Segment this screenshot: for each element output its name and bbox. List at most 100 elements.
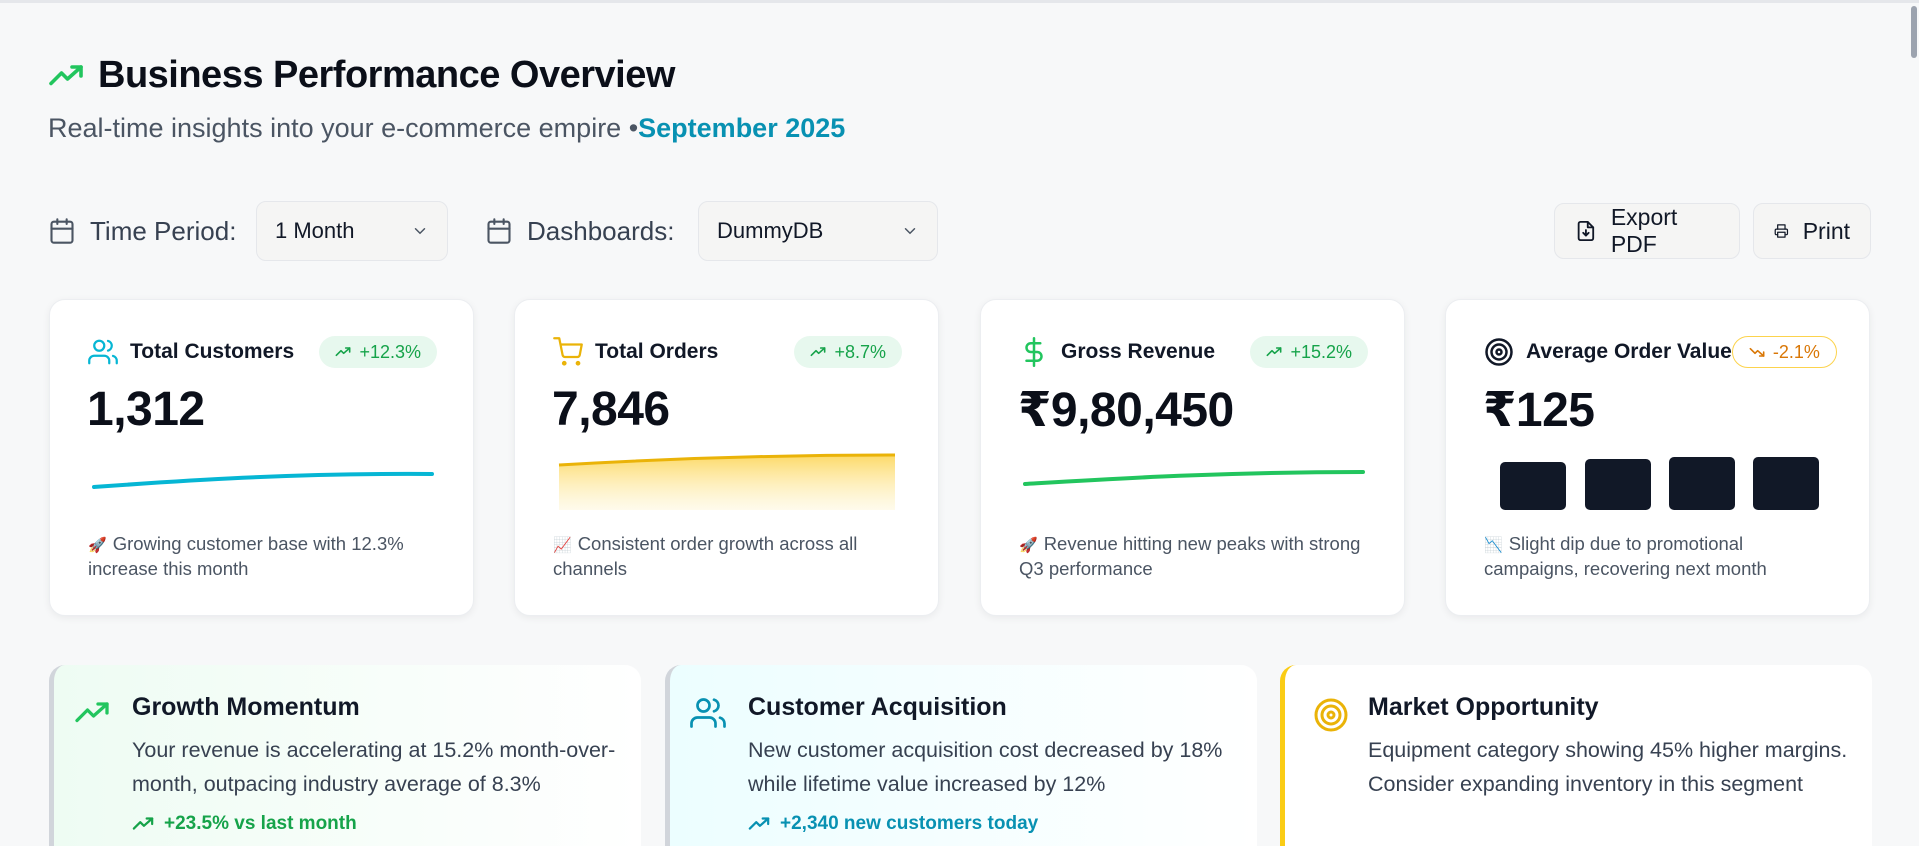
dashboards-select[interactable]: DummyDB bbox=[698, 201, 938, 261]
trend-badge: +15.2% bbox=[1250, 336, 1368, 368]
kpi-value: 7,846 bbox=[552, 383, 670, 436]
kpi-title: Total Orders bbox=[595, 340, 719, 363]
calendar-icon bbox=[50, 218, 74, 244]
kpi-card-total-orders: Total Orders +8.7% 7,846 📈 Consistent ord… bbox=[514, 299, 939, 616]
sparkline-chart bbox=[1023, 470, 1365, 486]
bar-chart bbox=[1500, 457, 1819, 510]
bar bbox=[1500, 462, 1566, 510]
kpi-card-header: Average Order Value -2.1% bbox=[1484, 336, 1837, 368]
subtitle-period: September 2025 bbox=[638, 113, 846, 143]
subtitle-text: Real-time insights into your e-commerce … bbox=[48, 113, 639, 143]
insight-body: Your revenue is accelerating at 15.2% mo… bbox=[132, 738, 616, 796]
trend-badge: +12.3% bbox=[319, 336, 437, 368]
calendar-icon bbox=[487, 218, 511, 244]
trend-badge-value: +15.2% bbox=[1290, 341, 1352, 362]
chart-decreasing-icon: 📉 bbox=[1484, 536, 1503, 554]
insight-title: Customer Acquisition bbox=[748, 693, 1007, 721]
kpi-title: Average Order Value bbox=[1526, 340, 1732, 363]
kpi-note-text: Slight dip due to promotional campaigns,… bbox=[1484, 533, 1767, 579]
export-pdf-button[interactable]: Export PDF bbox=[1554, 203, 1740, 259]
kpi-card-gross-revenue: Gross Revenue +15.2% ₹9,80,450 🚀 Revenue … bbox=[980, 299, 1405, 616]
sparkline-chart bbox=[92, 471, 434, 489]
insight-body: New customer acquisition cost decreased … bbox=[748, 738, 1223, 796]
insight-card-customer-acquisition: Customer Acquisition New customer acquis… bbox=[665, 665, 1257, 846]
dashboards-value: DummyDB bbox=[717, 218, 824, 243]
trend-badge: +8.7% bbox=[794, 336, 902, 368]
time-period-label: Time Period: bbox=[48, 201, 236, 261]
trending-up-icon bbox=[748, 817, 770, 830]
insight-footer-text: +2,340 new customers today bbox=[780, 813, 1039, 834]
kpi-note: 📈 Consistent order growth across all chan… bbox=[553, 532, 908, 581]
insight-footer-text: +23.5% vs last month bbox=[164, 813, 357, 834]
print-label: Print bbox=[1802, 217, 1850, 244]
chevron-down-icon bbox=[904, 228, 916, 235]
insight-card-market-opportunity: Market Opportunity Equipment category sh… bbox=[1280, 665, 1872, 846]
kpi-value: ₹125 bbox=[1483, 384, 1595, 437]
kpi-value: ₹9,80,450 bbox=[1018, 384, 1234, 437]
top-border bbox=[0, 0, 1919, 3]
page-header: Business Performance Overview Real-time … bbox=[48, 54, 845, 144]
title-row: Business Performance Overview bbox=[48, 54, 845, 97]
kpi-card-header: Total Customers +12.3% bbox=[88, 336, 437, 368]
kpi-note-text: Growing customer base with 12.3% increas… bbox=[88, 533, 404, 579]
kpi-title: Total Customers bbox=[130, 340, 295, 363]
kpi-note: 🚀 Growing customer base with 12.3% increa… bbox=[88, 532, 443, 581]
insight-title: Market Opportunity bbox=[1368, 693, 1599, 721]
insight-footer: +2,340 new customers today bbox=[748, 813, 1038, 835]
users-icon bbox=[88, 339, 118, 365]
kpi-value: 1,312 bbox=[87, 383, 205, 436]
trending-up-icon bbox=[49, 64, 83, 85]
kpi-title: Gross Revenue bbox=[1061, 340, 1216, 363]
dashboards-label: Dashboards: bbox=[485, 201, 674, 261]
trend-badge-value: +12.3% bbox=[359, 341, 421, 362]
export-pdf-label: Export PDF bbox=[1610, 204, 1678, 257]
kpi-card-average-order-value: Average Order Value -2.1% ₹125 📉 Slight d… bbox=[1445, 299, 1870, 616]
trend-badge: -2.1% bbox=[1731, 336, 1837, 368]
print-button[interactable]: Print bbox=[1753, 203, 1871, 259]
trending-up-icon bbox=[132, 817, 154, 830]
insight-title: Growth Momentum bbox=[132, 693, 360, 721]
page-subtitle: Real-time insights into your e-commerce … bbox=[48, 113, 845, 144]
kpi-note-text: Consistent order growth across all chann… bbox=[553, 533, 858, 579]
time-period-label-text: Time Period: bbox=[90, 215, 237, 246]
kpi-note: 🚀 Revenue hitting new peaks with strong Q… bbox=[1019, 532, 1374, 581]
time-period-value: 1 Month bbox=[275, 218, 355, 243]
bar bbox=[1585, 459, 1651, 510]
trending-down-icon bbox=[1749, 347, 1765, 357]
trending-up-icon bbox=[1266, 347, 1282, 357]
trending-up-icon bbox=[335, 347, 351, 357]
sparkline-line bbox=[92, 471, 434, 489]
kpi-card-header: Total Orders +8.7% bbox=[553, 336, 902, 368]
dashboards-label-text: Dashboards: bbox=[527, 215, 675, 246]
dollar-icon bbox=[1025, 337, 1043, 367]
trending-up-icon bbox=[810, 347, 826, 357]
trending-up-icon bbox=[75, 702, 109, 723]
page-title: Business Performance Overview bbox=[98, 54, 675, 96]
cart-icon bbox=[553, 337, 583, 366]
insight-footer: +23.5% vs last month bbox=[132, 813, 357, 835]
trend-badge-value: +8.7% bbox=[834, 341, 886, 362]
rocket-icon: 🚀 bbox=[1019, 536, 1038, 554]
printer-icon bbox=[1774, 224, 1789, 238]
kpi-note-text: Revenue hitting new peaks with strong Q3… bbox=[1019, 533, 1361, 579]
controls-bar: Time Period: 1 Month Dashboards: DummyDB… bbox=[48, 201, 1871, 261]
chevron-down-icon bbox=[414, 228, 426, 235]
bar bbox=[1753, 457, 1819, 510]
target-icon bbox=[1485, 338, 1513, 366]
sparkline-line bbox=[1023, 470, 1365, 486]
kpi-card-total-customers: Total Customers +12.3% 1,312 🚀 Growing cu… bbox=[49, 299, 474, 616]
trend-badge-value: -2.1% bbox=[1772, 341, 1820, 362]
kpi-note: 📉 Slight dip due to promotional campaigns… bbox=[1484, 532, 1839, 581]
rocket-icon: 🚀 bbox=[88, 536, 107, 554]
insight-card-growth-momentum: Growth Momentum Your revenue is accelera… bbox=[49, 665, 641, 846]
file-download-icon bbox=[1577, 220, 1595, 242]
scrollbar[interactable] bbox=[1911, 6, 1917, 58]
users-icon bbox=[690, 698, 726, 728]
time-period-select[interactable]: 1 Month bbox=[256, 201, 448, 261]
bar bbox=[1669, 457, 1735, 510]
insight-body: Equipment category showing 45% higher ma… bbox=[1368, 738, 1848, 796]
kpi-card-header: Gross Revenue +15.2% bbox=[1019, 336, 1368, 368]
area-chart bbox=[558, 453, 896, 510]
target-icon bbox=[1314, 698, 1348, 732]
chart-increasing-icon: 📈 bbox=[553, 536, 572, 554]
